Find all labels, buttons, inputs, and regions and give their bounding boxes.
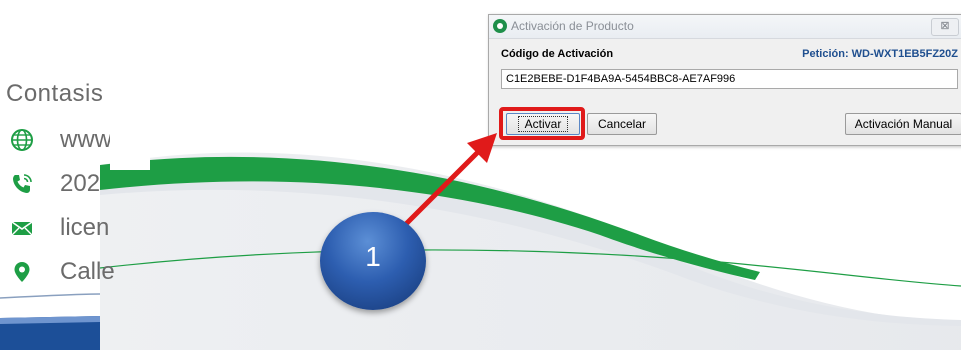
pointer-arrow <box>401 133 497 229</box>
step-number: 1 <box>365 241 381 272</box>
step-marker: 1 <box>320 212 426 310</box>
